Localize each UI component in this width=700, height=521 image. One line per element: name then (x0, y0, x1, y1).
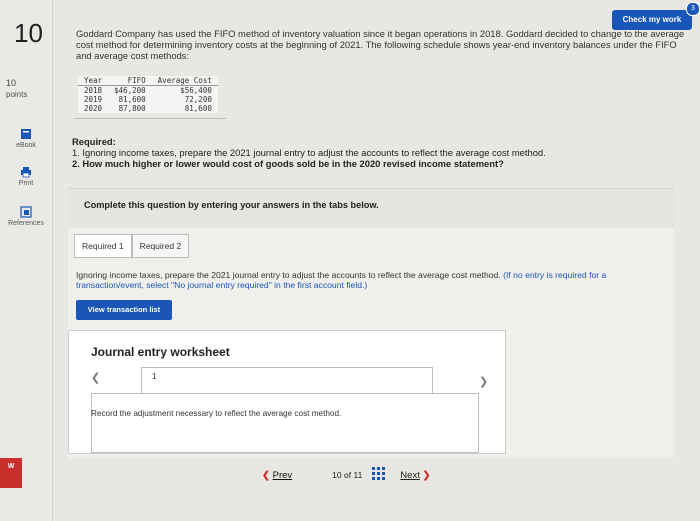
ebook-label: eBook (16, 142, 36, 149)
question-number: 10 (14, 18, 43, 48)
current-page: 10 (332, 470, 342, 480)
prev-button[interactable]: ❮ Prev (262, 470, 292, 481)
chevron-right-icon: ❯ (422, 469, 431, 481)
references-icon (20, 206, 32, 218)
instructions-main: Ignoring income taxes, prepare the 2021 … (76, 270, 501, 280)
print-button[interactable]: Print (0, 166, 52, 187)
book-icon (21, 129, 31, 139)
printer-icon (21, 167, 31, 178)
points-value: 10 (6, 78, 17, 88)
table-row: 2020 87,800 81,600 (78, 104, 218, 113)
cell-fifo: 81,600 (118, 95, 146, 104)
banner-text: Complete this question by entering your … (84, 200, 379, 210)
worksheet-title: Journal entry worksheet (91, 345, 230, 359)
cell-year: 2020 (84, 104, 103, 113)
answer-panel: Required 1 Required 2 Ignoring income ta… (68, 228, 674, 458)
tab-required-1[interactable]: Required 1 (74, 234, 132, 258)
check-my-work-button[interactable]: Check my work (612, 10, 692, 30)
cell-fifo: $46,200 (114, 86, 146, 95)
grid-icon[interactable] (372, 466, 386, 484)
journal-entry-worksheet: Journal entry worksheet ❮ 1 ❯ Record the… (68, 330, 506, 454)
chevron-left-icon: ❮ (262, 469, 270, 481)
next-label: Next (400, 469, 420, 481)
question-pager: ❮ Prev 10 of 11 Next ❯ (262, 466, 430, 484)
check-count-badge: 3 (686, 2, 700, 16)
required-item-2: 2. How much higher or lower would cost o… (72, 158, 504, 169)
col-header-fifo: FIFO (108, 76, 152, 86)
page-count: 10 of 11 (332, 470, 362, 480)
tab-instructions: Ignoring income taxes, prepare the 2021 … (76, 270, 668, 290)
of-label: of (344, 470, 352, 480)
points-label: points (6, 90, 28, 99)
prev-label: Prev (272, 469, 293, 481)
table-row: 2018 $46,200 $56,400 (78, 86, 218, 96)
col-header-year: Year (78, 76, 109, 86)
tab-bar: Required 1 Required 2 (74, 234, 190, 258)
problem-intro: Goddard Company has used the FIFO method… (76, 28, 685, 61)
references-label: References (8, 220, 44, 227)
cell-year: 2018 (84, 86, 103, 95)
worksheet-content-box (91, 393, 479, 453)
table-row: 2019 81,600 72,200 (78, 95, 218, 104)
worksheet-page-tab[interactable]: 1 (141, 367, 433, 394)
required-item-1: 1. Ignoring income taxes, prepare the 20… (72, 147, 546, 158)
mcgraw-badge: W (0, 458, 22, 488)
cell-year: 2019 (84, 95, 103, 104)
tab-required-2[interactable]: Required 2 (131, 234, 190, 258)
cell-fifo: 87,800 (118, 104, 146, 113)
required-section: Required: 1. Ignoring income taxes, prep… (72, 136, 672, 169)
next-button[interactable]: Next ❯ (400, 470, 430, 481)
print-label: Print (18, 180, 34, 187)
cell-average: 81,600 (184, 104, 212, 113)
worksheet-page-number: 1 (152, 372, 157, 381)
question-sidebar: 10 10 points eBook Print References W (0, 0, 53, 521)
instructions-banner: Complete this question by entering your … (68, 188, 674, 230)
divider (74, 118, 226, 119)
total-pages: 11 (353, 470, 363, 480)
chevron-right-icon[interactable]: ❯ (479, 375, 488, 388)
required-heading: Required: (72, 136, 116, 147)
inventory-schedule-table: Year FIFO Average Cost 2018 $46,200 $56,… (78, 76, 218, 113)
view-transaction-list-button[interactable]: View transaction list (76, 300, 172, 320)
cell-average: 72,200 (184, 95, 212, 104)
chevron-left-icon[interactable]: ❮ (91, 371, 100, 384)
col-header-average-cost: Average Cost (151, 76, 218, 86)
ebook-button[interactable]: eBook (0, 128, 52, 149)
worksheet-record-text: Record the adjustment necessary to refle… (91, 409, 342, 418)
references-button[interactable]: References (0, 206, 52, 227)
cell-average: $56,400 (180, 86, 212, 95)
